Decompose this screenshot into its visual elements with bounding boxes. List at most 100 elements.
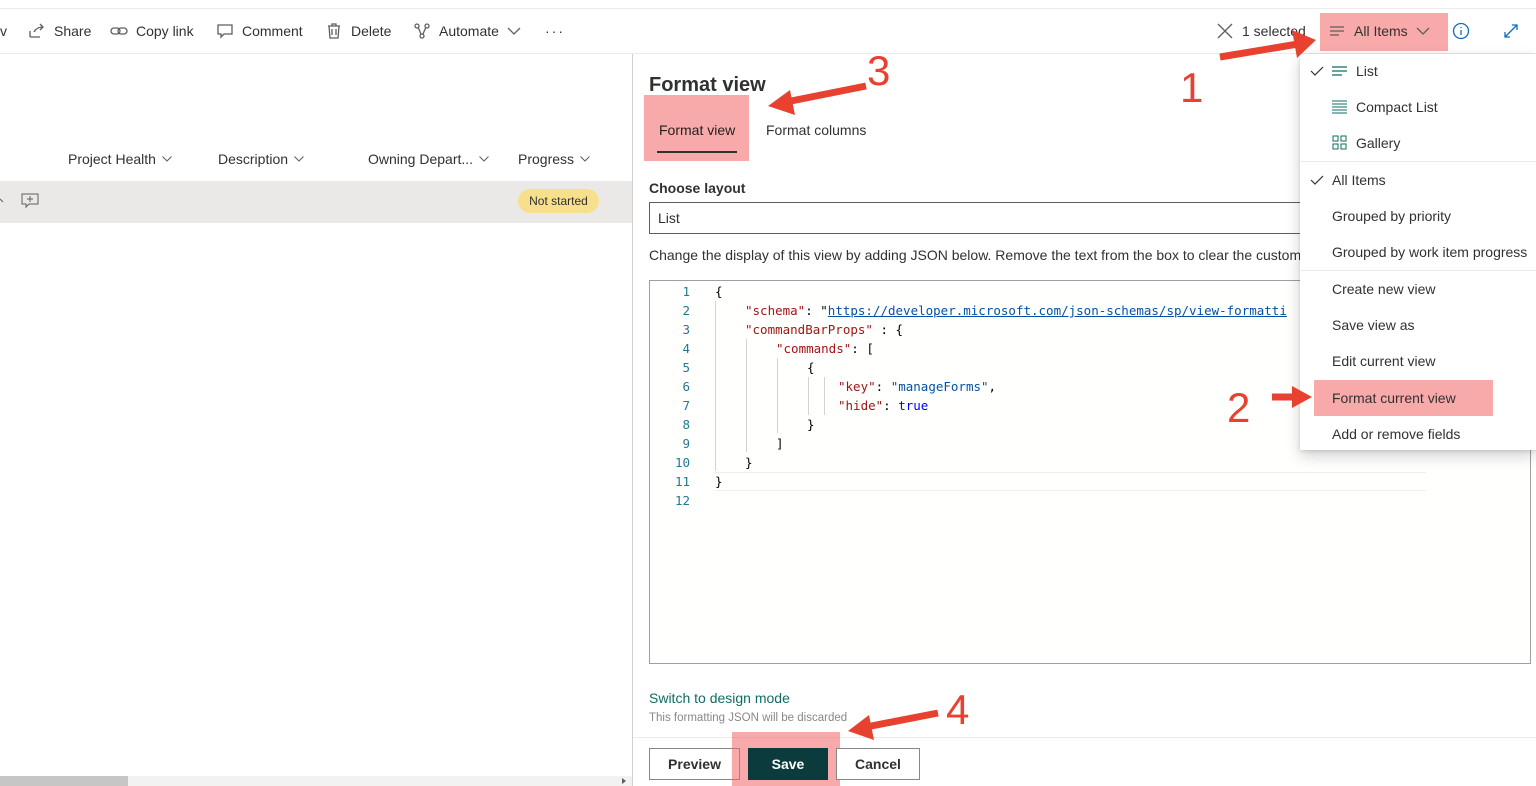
- menu-item-label: Add or remove fields: [1332, 426, 1461, 442]
- column-header-progress[interactable]: Progress: [518, 148, 590, 170]
- menu-item-grouped-by-priority[interactable]: Grouped by priority: [1300, 198, 1536, 234]
- comment-label: Comment: [242, 23, 303, 39]
- code-line-1: {: [715, 284, 723, 299]
- save-button[interactable]: Save: [748, 748, 828, 780]
- code-token: "commands": [776, 341, 852, 356]
- column-header-description[interactable]: Description: [218, 148, 304, 170]
- command-bar: v Share Copy link Comment Delete Automat…: [0, 8, 1536, 54]
- code-line-11: }: [715, 474, 723, 489]
- menu-item-save-view-as[interactable]: Save view as: [1300, 307, 1536, 343]
- column-label: Project Health: [68, 151, 156, 167]
- code-token: }: [807, 417, 815, 432]
- checkmark-icon: [1310, 66, 1324, 76]
- chevron-down-icon: [294, 156, 304, 162]
- code-line-8: }: [807, 417, 815, 432]
- menu-item-compact-list[interactable]: Compact List: [1300, 89, 1536, 125]
- line-number: 12: [674, 493, 690, 508]
- column-header-project-health[interactable]: Project Health: [68, 148, 172, 170]
- view-switcher-button[interactable]: All Items: [1328, 9, 1430, 53]
- code-token: "schema": [745, 303, 806, 318]
- indent-guide: [746, 339, 747, 452]
- line-number: 9: [682, 436, 690, 451]
- more-button[interactable]: ···: [545, 9, 565, 53]
- code-token: : {: [872, 322, 904, 337]
- status-badge: Not started: [518, 189, 599, 213]
- column-label: Progress: [518, 151, 575, 167]
- annotation-number-2: 2: [1227, 384, 1251, 431]
- expand-icon: [1502, 22, 1520, 40]
- code-token: "commandBarProps": [745, 322, 873, 337]
- preview-button[interactable]: Preview: [649, 748, 740, 780]
- view-name: All Items: [1354, 23, 1408, 39]
- menu-item-list[interactable]: List: [1300, 53, 1536, 89]
- line-number: 3: [682, 322, 690, 337]
- menu-item-create-new-view[interactable]: Create new view: [1300, 271, 1536, 307]
- code-token: }: [715, 474, 723, 489]
- layout-select[interactable]: List: [649, 202, 1349, 234]
- share-button[interactable]: Share: [28, 9, 91, 53]
- menu-item-format-current-view[interactable]: Format current view: [1300, 380, 1536, 416]
- chevron-down-icon: [1416, 27, 1430, 35]
- help-text: Change the display of this view by addin…: [649, 247, 1302, 263]
- code-line-7: "hide": true: [838, 398, 929, 413]
- tab-format-view[interactable]: Format view: [659, 122, 735, 138]
- new-button-partial[interactable]: v: [0, 9, 7, 53]
- code-token: {: [807, 360, 815, 375]
- code-line-5: {: [807, 360, 815, 375]
- code-token: ]: [776, 436, 784, 451]
- selected-indicator[interactable]: 1 selected: [1216, 9, 1306, 53]
- automate-button[interactable]: Automate: [413, 9, 521, 53]
- menu-item-label: Compact List: [1356, 99, 1438, 115]
- switch-to-design-mode-link[interactable]: Switch to design mode: [649, 690, 790, 706]
- comment-icon[interactable]: [21, 193, 39, 209]
- indent-guide: [715, 301, 716, 471]
- comment-button[interactable]: Comment: [216, 9, 303, 53]
- code-token: : [: [851, 341, 874, 356]
- compact-list-icon: [1332, 100, 1347, 114]
- chevron-down-icon: [507, 27, 521, 35]
- automate-label: Automate: [439, 23, 499, 39]
- info-icon: [1452, 22, 1470, 40]
- code-line-4: "commands": [: [776, 341, 874, 356]
- active-tab-underline: [657, 151, 737, 153]
- code-token: "manageForms": [890, 379, 989, 394]
- menu-item-label: Grouped by work item progress: [1332, 244, 1528, 260]
- current-line-highlight: [714, 472, 1426, 491]
- discard-note: This formatting JSON will be discarded: [649, 712, 848, 724]
- panel-title: Format view: [649, 74, 766, 96]
- line-number: 2: [682, 303, 690, 318]
- info-button[interactable]: [1452, 9, 1478, 53]
- scroll-right-icon[interactable]: [620, 777, 628, 785]
- expand-button[interactable]: [1502, 9, 1528, 53]
- close-icon[interactable]: [1216, 22, 1234, 40]
- column-label: Owning Depart...: [368, 151, 474, 167]
- delete-button[interactable]: Delete: [325, 9, 391, 53]
- annotation-number-3: 3: [867, 47, 891, 94]
- menu-item-gallery[interactable]: Gallery: [1300, 125, 1536, 161]
- line-number: 8: [682, 417, 690, 432]
- column-header-owning-department[interactable]: Owning Depart...: [368, 148, 489, 170]
- line-number: 10: [674, 455, 690, 470]
- delete-label: Delete: [351, 23, 392, 39]
- tab-format-columns[interactable]: Format columns: [766, 122, 866, 138]
- menu-item-add-remove-fields[interactable]: Add or remove fields: [1300, 416, 1536, 452]
- chevron-down-icon: [162, 156, 172, 162]
- code-line-10: }: [745, 455, 753, 470]
- scrollbar-thumb[interactable]: [0, 776, 128, 786]
- menu-item-edit-current-view[interactable]: Edit current view: [1300, 343, 1536, 379]
- code-line-6: "key": "manageForms",: [838, 379, 997, 394]
- cancel-button[interactable]: Cancel: [836, 748, 920, 780]
- menu-item-all-items[interactable]: All Items: [1300, 162, 1536, 198]
- copy-link-button[interactable]: Copy link: [110, 9, 194, 53]
- line-number: 7: [682, 398, 690, 413]
- indent-guide: [824, 377, 825, 415]
- menu-item-grouped-by-progress[interactable]: Grouped by work item progress: [1300, 234, 1536, 270]
- menu-item-label: Edit current view: [1332, 353, 1436, 369]
- schema-url-link[interactable]: https://developer.microsoft.com/json-sch…: [828, 303, 1287, 318]
- indent-guide: [777, 358, 778, 433]
- line-number: 5: [682, 360, 690, 375]
- line-number: 11: [674, 474, 690, 489]
- menu-item-label: Grouped by priority: [1332, 208, 1452, 224]
- selected-count: 1 selected: [1242, 23, 1306, 39]
- chevron-down-icon: [479, 156, 489, 162]
